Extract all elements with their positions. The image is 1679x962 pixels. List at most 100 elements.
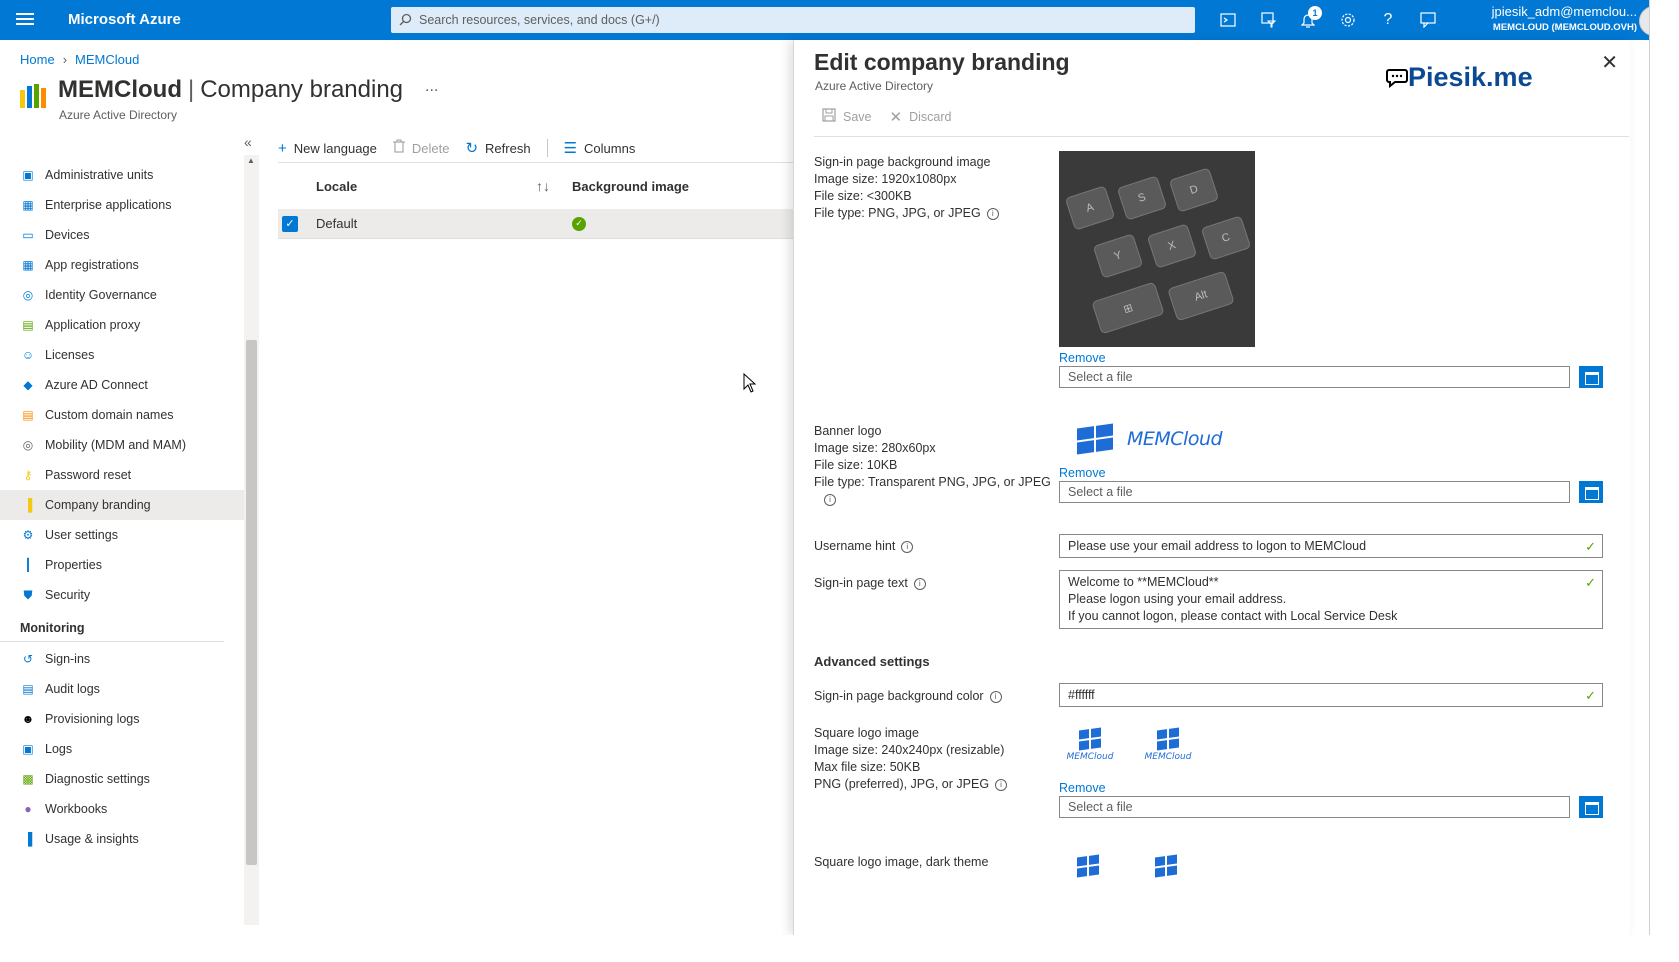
columns-button[interactable]: ☰ Columns [564,139,636,157]
info-icon[interactable]: i [986,207,999,220]
sidebar-item-identity-governance[interactable]: ◎ Identity Governance [0,280,244,310]
key-a: A [1064,185,1116,231]
command-bar: + New language Delete ↻ Refresh ☰ Columns [278,132,651,164]
search-input[interactable]: Search resources, services, and docs (G+… [391,7,1195,33]
sidebar-item-enterprise-apps[interactable]: ▦ Enterprise applications [0,190,244,220]
refresh-button[interactable]: ↻ Refresh [465,139,530,157]
chevron-right-icon: › [62,52,68,67]
sidebar-item-label: Audit logs [45,682,100,696]
scroll-up-arrow-icon[interactable]: ▲ [247,156,255,165]
banner-info-row: i [814,491,1051,508]
delete-button[interactable]: Delete [392,139,450,157]
cloud-shell-icon[interactable] [1216,8,1240,32]
new-language-button[interactable]: + New language [278,140,377,157]
sidebar-item-custom-domain[interactable]: ▤ Custom domain names [0,400,244,430]
sidebar-item-company-branding[interactable]: ▐ Company branding [0,490,244,520]
folder-icon[interactable] [1579,796,1603,818]
collapse-sidebar-icon[interactable]: « [244,134,252,150]
panel-command-bar: Save ✕ Discard [822,108,969,126]
menu-icon[interactable] [14,10,36,30]
feedback-icon[interactable] [1416,8,1440,32]
sidebar-item-mobility[interactable]: ◎ Mobility (MDM and MAM) [0,430,244,460]
windows-logo-icon [1077,423,1113,455]
sort-icon[interactable]: ↑↓ [536,178,572,194]
help-icon[interactable]: ? [1376,8,1400,32]
folder-icon[interactable] [1579,366,1603,388]
sidebar-item-diagnostic-settings[interactable]: ▩ Diagnostic settings [0,764,244,794]
save-button[interactable]: Save [822,108,872,126]
discard-button[interactable]: ✕ Discard [890,108,952,126]
sidebar-item-password-reset[interactable]: ⚷ Password reset [0,460,244,490]
info-icon[interactable]: i [989,690,1002,703]
company-branding-icon: ▐ [23,498,33,512]
info-icon[interactable]: i [913,577,926,590]
sidebar-item-devices[interactable]: ▭ Devices [0,220,244,250]
scrollbar-thumb[interactable] [246,340,257,865]
sidebar-item-label: Application proxy [45,318,141,332]
breadcrumb-home[interactable]: Home [20,52,55,67]
windows-logo-icon [1077,854,1099,878]
row-checkbox[interactable]: ✓ [282,215,298,232]
square-logo-dark-preview-small [1155,854,1177,878]
notifications-icon[interactable]: 1 [1296,6,1322,32]
sidebar-item-application-proxy[interactable]: ▤ Application proxy [0,310,244,340]
directory-filter-icon[interactable] [1256,8,1280,32]
info-icon[interactable]: i [995,778,1008,791]
settings-icon[interactable] [1336,8,1360,32]
folder-icon[interactable] [1579,481,1603,503]
info-icon[interactable]: i [824,493,836,506]
sidebar-item-label: Identity Governance [45,288,157,302]
watermark-logo: Piesik.me [1386,62,1533,93]
username-hint-input[interactable]: Please use your email address to logon t… [1059,534,1603,558]
usage-insights-icon: ▐ [23,832,33,846]
column-header-locale[interactable]: Locale [316,179,536,194]
bg-color-label: Sign-in page background color [814,689,984,703]
bg-image-remove-link[interactable]: Remove [1059,351,1106,365]
avatar[interactable] [1639,6,1649,36]
sidebar-item-user-settings[interactable]: ⚙ User settings [0,520,244,550]
signin-text-textarea[interactable]: Welcome to **MEMCloud** Please logon usi… [1059,570,1603,629]
more-options-icon[interactable]: ... [425,78,438,96]
sidebar-item-workbooks[interactable]: ● Workbooks [0,794,244,824]
sidebar-item-app-registrations[interactable]: ▦ App registrations [0,250,244,280]
username-hint-label-row: Username hint i [814,538,914,555]
banner-file-input[interactable]: Select a file [1059,481,1570,503]
sidebar-item-properties[interactable]: ┃ Properties [0,550,244,580]
info-icon[interactable]: i [901,540,914,553]
account-tenant: MEMCLOUD (MEMCLOUD.OVH) [1492,22,1637,33]
sidebar-item-admin-units[interactable]: ▣ Administrative units [0,160,244,190]
sidebar-item-audit-logs[interactable]: ▤ Audit logs [0,674,244,704]
app-registrations-icon: ▦ [22,258,34,272]
bg-image-file-input[interactable]: Select a file [1059,366,1570,388]
page-title: MEMCloud | Company branding [58,76,403,104]
sidebar-item-licenses[interactable]: ☺ Licenses [0,340,244,370]
brand-label[interactable]: Microsoft Azure [68,11,181,28]
table-row[interactable]: ✓ Default ✓ [278,209,793,239]
close-icon[interactable]: ✕ [1601,50,1618,75]
sidebar-item-usage-insights[interactable]: ▐ Usage & insights [0,824,244,854]
square-logo-label: Square logo image [814,726,919,740]
column-header-background-image[interactable]: Background image [572,179,689,194]
square-logo-remove-link[interactable]: Remove [1059,781,1106,795]
sidebar-item-logs[interactable]: ▣ Logs [0,734,244,764]
banner-remove-link[interactable]: Remove [1059,466,1106,480]
sidebar-section-monitoring: Monitoring [0,610,224,642]
sidebar-item-provisioning-logs[interactable]: ☻ Provisioning logs [0,704,244,734]
bg-color-input[interactable]: #ffffff ✓ [1059,683,1603,707]
sidebar-item-security[interactable]: ⛊ Security [0,580,244,610]
save-label: Save [843,110,872,124]
sidebar-item-azure-ad-connect[interactable]: ◆ Azure AD Connect [0,370,244,400]
command-separator [546,139,548,157]
sidebar-item-sign-ins[interactable]: ↺ Sign-ins [0,644,244,674]
discard-icon: ✕ [889,109,903,126]
windows-logo-icon [1157,727,1179,751]
banner-label: Banner logo [814,424,882,438]
square-logo-file-input[interactable]: Select a file [1059,796,1570,818]
banner-filetype: File type: Transparent PNG, JPG, or JPEG [814,475,1051,489]
account-menu[interactable]: jpiesik_adm@memclou... MEMCLOUD (MEMCLOU… [1462,4,1649,36]
breadcrumb-current[interactable]: MEMCloud [75,52,139,67]
delete-label: Delete [411,140,450,156]
diagnostic-settings-icon: ▩ [22,772,34,786]
sidebar-item-label: Provisioning logs [45,712,140,726]
key-alt: Alt [1167,270,1235,322]
